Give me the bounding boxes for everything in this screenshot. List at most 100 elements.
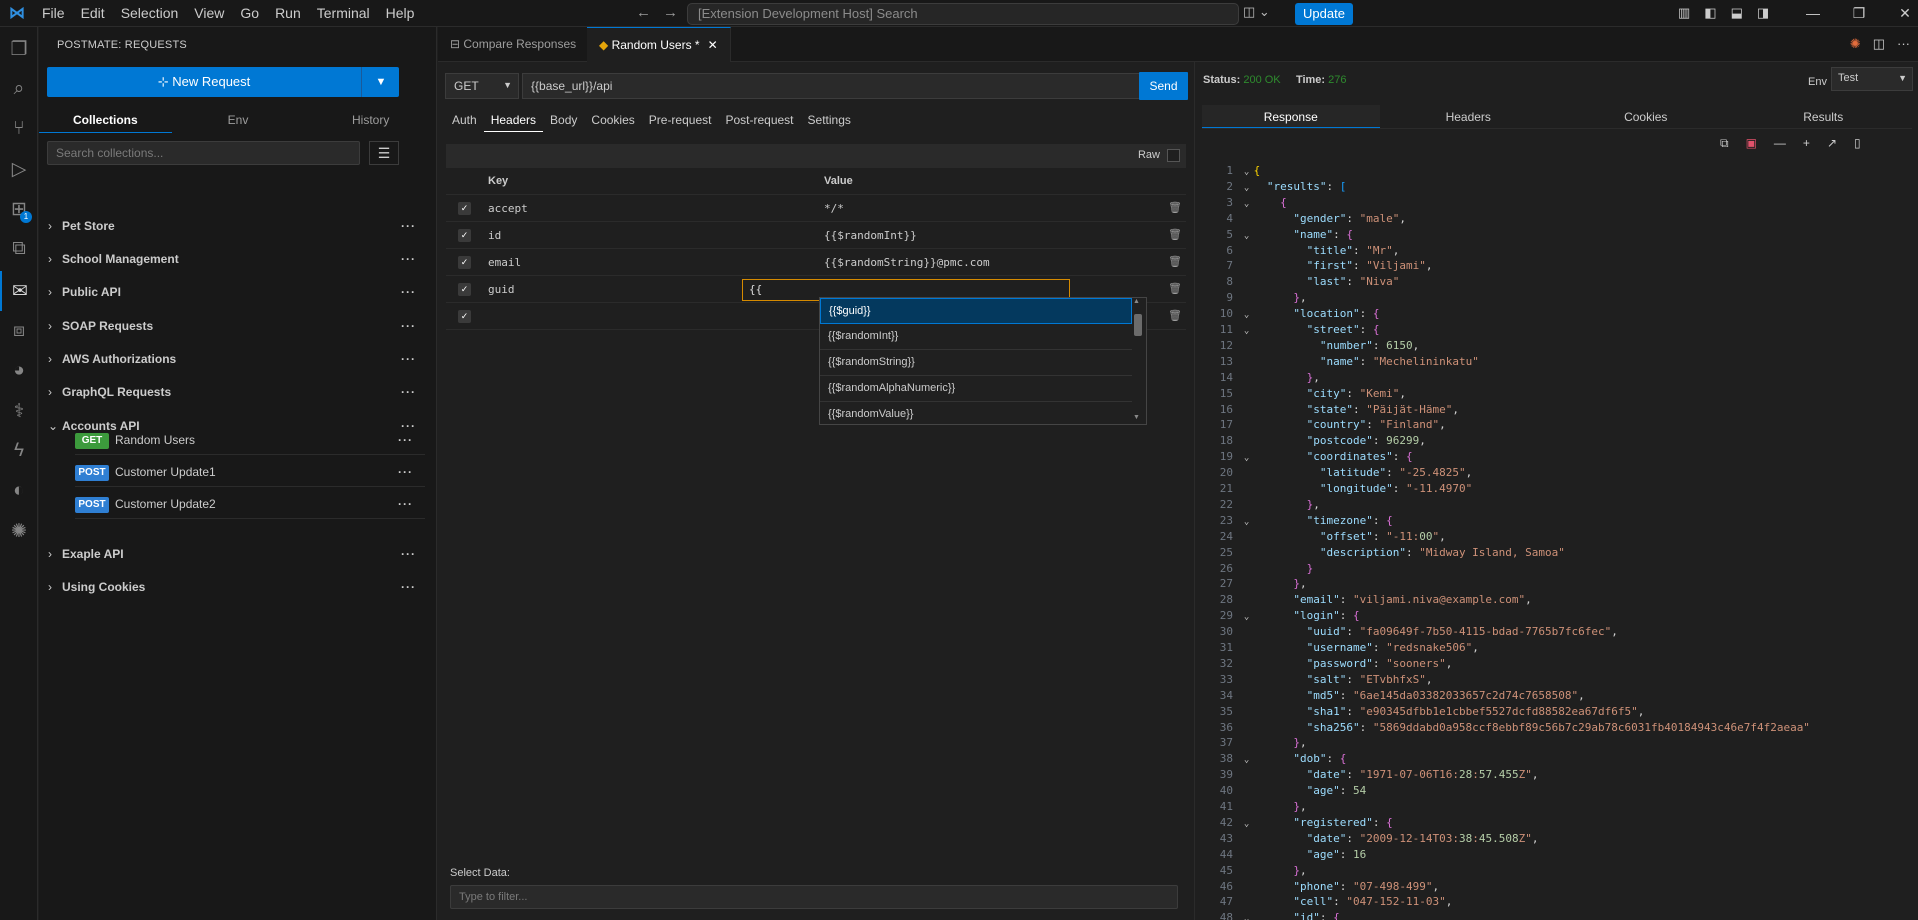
tab-settings[interactable]: Settings	[801, 109, 858, 132]
header-enabled-checkbox[interactable]: ✓	[458, 256, 471, 269]
header-enabled-checkbox[interactable]: ✓	[458, 310, 471, 323]
collection-public-api[interactable]: › Public API ···	[48, 279, 426, 305]
command-center-search[interactable]: [Extension Development Host] Search	[687, 3, 1239, 25]
suggestion-item[interactable]: {{$randomString}}	[820, 350, 1132, 376]
search-collections-input[interactable]: Search collections...	[47, 141, 360, 165]
header-enabled-checkbox[interactable]: ✓	[458, 229, 471, 242]
scroll-down-icon[interactable]: ▼	[1133, 414, 1140, 421]
collection-exaple-api[interactable]: › Exaple API ···	[48, 541, 426, 567]
files-icon[interactable]: ❐	[0, 29, 38, 69]
tab-pre-request[interactable]: Pre-request	[642, 109, 719, 132]
suggestion-item[interactable]: {{$randomAlphaNumeric}}	[820, 376, 1132, 402]
tab-body[interactable]: Body	[543, 109, 584, 132]
sparkle-icon[interactable]: ✺	[0, 511, 38, 551]
thunder-icon[interactable]: ϟ	[0, 431, 38, 471]
header-value[interactable]: */*	[824, 202, 844, 215]
new-request-dropdown-icon[interactable]: ▼	[363, 67, 399, 97]
tab-env[interactable]: Env	[172, 107, 305, 133]
copy-icon[interactable]: ⧉	[1720, 136, 1729, 151]
more-actions-icon[interactable]: ···	[398, 457, 413, 487]
trash-icon[interactable]: 🗑	[1168, 309, 1182, 322]
toggle-panel-icon[interactable]: ⬓	[1731, 5, 1743, 21]
header-value[interactable]: {{$randomString}}@pmc.com	[824, 256, 990, 269]
expand-icon[interactable]: +	[1803, 136, 1810, 151]
header-key[interactable]: accept	[488, 202, 528, 215]
tab-headers[interactable]: Headers	[483, 109, 544, 132]
extensions-icon[interactable]: ⊞ 1	[0, 189, 38, 229]
trash-icon[interactable]: 🗑	[1168, 228, 1182, 241]
save-icon[interactable]: ▣	[1746, 136, 1757, 151]
restore-icon[interactable]: ❐	[1836, 0, 1882, 27]
customize-layout-icon[interactable]: ▥	[1678, 5, 1690, 21]
more-actions-icon[interactable]: ···	[401, 279, 416, 305]
postmate-icon[interactable]: ✉	[0, 271, 38, 311]
tab-auth[interactable]: Auth	[445, 109, 484, 132]
header-key[interactable]: id	[488, 229, 501, 242]
menu-help[interactable]: Help	[378, 0, 423, 27]
split-editor-icon[interactable]: ◫	[1873, 36, 1885, 52]
source-control-icon[interactable]: ⑂	[0, 109, 38, 149]
collection-aws-authorizations[interactable]: › AWS Authorizations ···	[48, 346, 426, 372]
python-icon[interactable]: ⚕	[0, 391, 38, 431]
menu-file[interactable]: File	[34, 0, 73, 27]
search-icon[interactable]: ⌕	[0, 69, 38, 109]
collection-graphql-requests[interactable]: › GraphQL Requests ···	[48, 379, 426, 405]
close-tab-icon[interactable]: ✕	[708, 38, 718, 52]
tab-post-request[interactable]: Post-request	[718, 109, 800, 132]
gitlens-icon[interactable]: ◐	[0, 471, 38, 511]
trash-icon[interactable]: 🗑	[1168, 282, 1182, 295]
suggestion-scrollbar[interactable]	[1134, 314, 1142, 336]
menu-go[interactable]: Go	[232, 0, 267, 27]
header-key[interactable]: guid	[488, 283, 515, 296]
menu-view[interactable]: View	[186, 0, 232, 27]
collection-pet-store[interactable]: › Pet Store ···	[48, 213, 426, 239]
close-window-icon[interactable]: ✕	[1882, 0, 1918, 27]
testing-icon[interactable]: ⧈	[0, 311, 38, 351]
collection-school-management[interactable]: › School Management ···	[48, 246, 426, 272]
suggestion-item[interactable]: {{$randomValue}}	[820, 402, 1132, 424]
forward-arrow-icon[interactable]: →	[663, 4, 678, 21]
request-item-customer-update1[interactable]: POST Customer Update1 ···	[75, 457, 425, 487]
update-button[interactable]: Update	[1295, 3, 1353, 25]
new-request-button[interactable]: ⊹ New Request ▼	[47, 67, 399, 97]
more-actions-icon[interactable]: ···	[401, 213, 416, 239]
tab-response[interactable]: Response	[1202, 105, 1380, 128]
back-arrow-icon[interactable]: ←	[636, 4, 651, 21]
menu-selection[interactable]: Selection	[113, 0, 187, 27]
more-actions-icon[interactable]: ···	[401, 346, 416, 372]
method-select[interactable]: GET ▼	[445, 73, 519, 99]
tab-results[interactable]: Results	[1735, 105, 1913, 128]
filter-input[interactable]: Type to filter...	[450, 885, 1178, 909]
request-item-random-users[interactable]: GET Random Users ···	[75, 425, 425, 455]
raw-checkbox[interactable]	[1167, 149, 1180, 162]
database-icon[interactable]: ◕	[0, 351, 38, 391]
suggestion-item[interactable]: {{$guid}}	[820, 298, 1132, 324]
more-actions-icon[interactable]: ···	[398, 489, 413, 519]
more-actions-icon[interactable]: ···	[398, 425, 413, 455]
tab-cookies[interactable]: Cookies	[584, 109, 641, 132]
more-actions-icon[interactable]: ···	[401, 313, 416, 339]
trash-icon[interactable]: 🗑	[1168, 255, 1182, 268]
menu-edit[interactable]: Edit	[73, 0, 113, 27]
collection-using-cookies[interactable]: › Using Cookies ···	[48, 574, 426, 600]
trash-icon[interactable]: 🗑	[1168, 201, 1182, 214]
collapse-icon[interactable]: —	[1774, 136, 1786, 151]
open-external-icon[interactable]: ↗	[1827, 136, 1837, 151]
header-key[interactable]: email	[488, 256, 521, 269]
tab-history[interactable]: History	[304, 107, 437, 133]
send-button[interactable]: Send	[1139, 72, 1188, 100]
tab-response-cookies[interactable]: Cookies	[1557, 105, 1735, 128]
more-actions-icon[interactable]: ···	[401, 246, 416, 272]
toggle-secondary-sidebar-icon[interactable]: ◨	[1757, 5, 1769, 21]
run-debug-icon[interactable]: ▷	[0, 149, 38, 189]
menu-run[interactable]: Run	[267, 0, 309, 27]
suggestion-item[interactable]: {{$randomInt}}	[820, 324, 1132, 350]
document-icon[interactable]: ▯	[1854, 136, 1861, 151]
tab-compare-responses[interactable]: ⊟ Compare Responses	[438, 27, 590, 62]
more-actions-icon[interactable]: ···	[401, 379, 416, 405]
header-enabled-checkbox[interactable]: ✓	[458, 202, 471, 215]
scroll-up-icon[interactable]: ▲	[1133, 298, 1140, 305]
url-input[interactable]: {{base_url}}/api	[522, 73, 1140, 99]
remote-explorer-icon[interactable]: ⧉	[0, 229, 38, 269]
more-actions-icon[interactable]: ···	[401, 541, 416, 567]
